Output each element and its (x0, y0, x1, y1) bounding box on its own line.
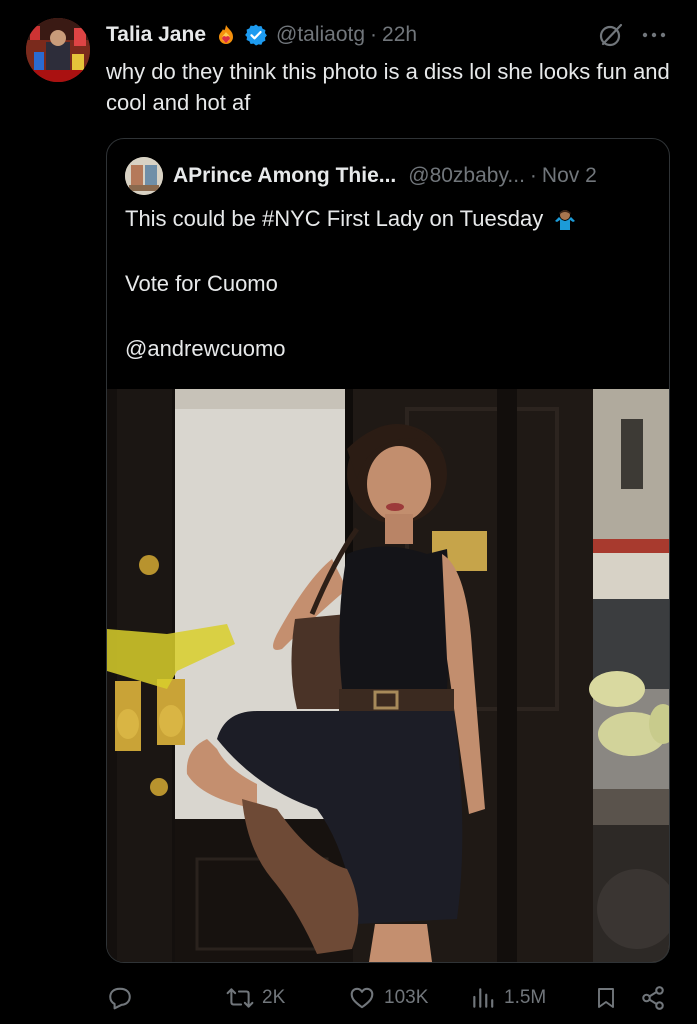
tweet-text: why do they think this photo is a diss l… (106, 59, 670, 115)
author-name[interactable]: Talia Jane (106, 23, 206, 47)
quoted-line-1-text: This could be #NYC First Lady on Tuesday (125, 206, 544, 231)
author-avatar[interactable] (26, 18, 90, 82)
repost-button[interactable]: 2K (226, 980, 285, 1016)
quoted-author-name[interactable]: APrince Among Thie... (173, 164, 396, 188)
separator-dot: · (370, 23, 378, 46)
bookmark-button[interactable] (594, 980, 618, 1016)
grok-icon[interactable] (598, 22, 624, 48)
views-icon (473, 988, 494, 1008)
views-count: 1.5M (504, 987, 547, 1008)
quoted-line-2: Vote for Cuomo (125, 271, 278, 296)
share-icon (642, 986, 664, 1010)
reply-button[interactable] (107, 980, 141, 1016)
quoted-separator-dot: · (529, 164, 537, 187)
more-icon[interactable] (640, 24, 668, 46)
like-count: 103K (384, 987, 429, 1008)
quoted-tweet-date[interactable]: Nov 2 (542, 164, 597, 188)
shrug-emoji (553, 207, 577, 240)
quoted-tweet-header: APrince Among Thie... @80zbaby... · Nov … (173, 161, 663, 191)
heart-icon (350, 987, 374, 1009)
repost-count: 2K (262, 987, 286, 1008)
quoted-tweet-text: This could be #NYC First Lady on Tuesday… (125, 203, 655, 365)
tweet-time[interactable]: 22h (382, 23, 417, 47)
views-button[interactable]: 1.5M (470, 980, 546, 1016)
quoted-author-avatar[interactable] (125, 157, 163, 195)
bookmark-icon (598, 988, 614, 1008)
verified-badge-icon (244, 23, 268, 47)
quoted-line-3[interactable]: @andrewcuomo (125, 333, 655, 365)
quoted-line-1: This could be #NYC First Lady on Tuesday (125, 203, 655, 235)
action-bar: 2K 103K 1.5M (0, 980, 697, 1020)
fire-heart-emoji (214, 23, 238, 47)
share-button[interactable] (640, 980, 666, 1016)
quoted-author-handle[interactable]: @80zbaby... (408, 164, 525, 188)
tweet-header: Talia Jane @taliaotg · 22h (106, 20, 677, 50)
quoted-tweet-photo[interactable] (107, 389, 669, 962)
like-button[interactable]: 103K (348, 980, 428, 1016)
author-handle[interactable]: @taliaotg (276, 23, 365, 47)
repost-icon (226, 988, 254, 1008)
quoted-tweet[interactable]: APrince Among Thie... @80zbaby... · Nov … (106, 138, 670, 963)
reply-icon (109, 987, 131, 1010)
